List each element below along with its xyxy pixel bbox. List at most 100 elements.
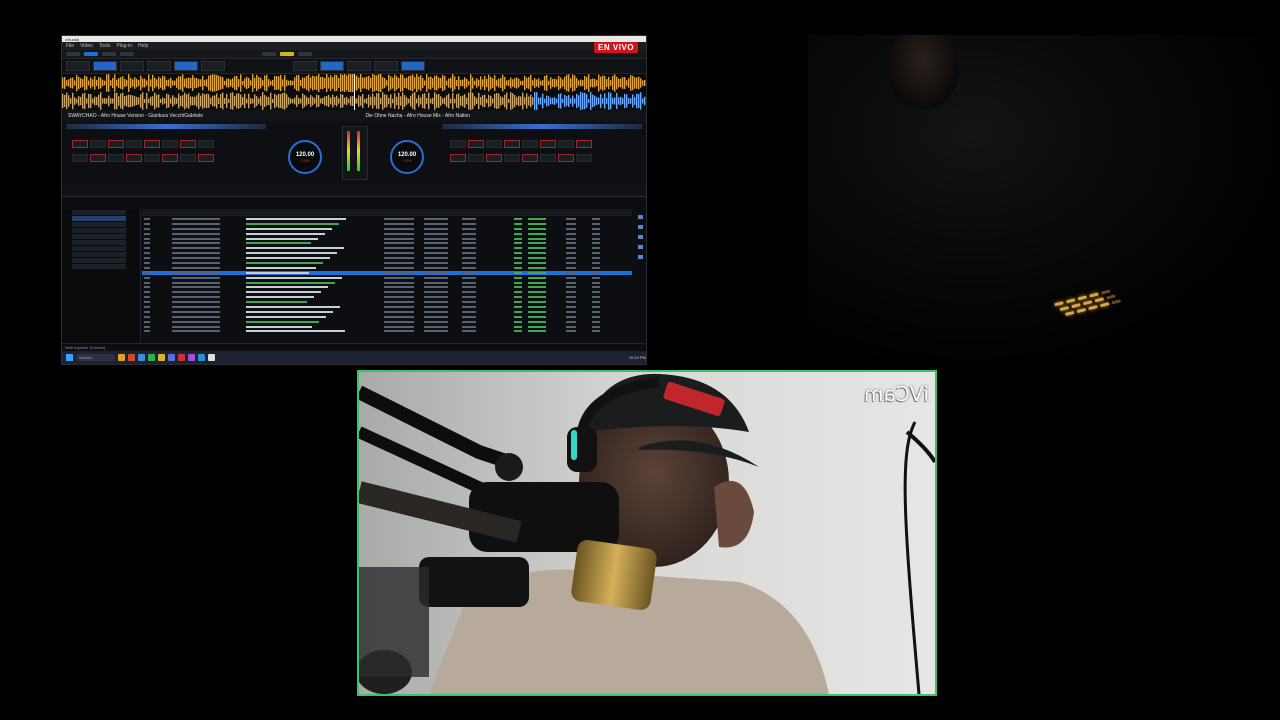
track-row[interactable] xyxy=(142,237,632,241)
hotcue-pad[interactable] xyxy=(486,140,502,148)
track-row[interactable] xyxy=(142,290,632,294)
pad[interactable] xyxy=(108,154,124,162)
pad[interactable] xyxy=(576,154,592,162)
deck-b-overview[interactable] xyxy=(442,124,642,129)
taskbar-app-icon[interactable] xyxy=(138,354,145,361)
hotcue-pad[interactable] xyxy=(126,140,142,148)
track-row[interactable] xyxy=(142,232,632,236)
track-row[interactable] xyxy=(142,270,632,275)
track-row[interactable] xyxy=(142,261,632,265)
pad[interactable] xyxy=(540,154,556,162)
track-row[interactable] xyxy=(142,320,632,324)
hotcue-pad[interactable] xyxy=(468,140,484,148)
pad[interactable] xyxy=(450,154,466,162)
waveform-deck-b[interactable] xyxy=(62,92,646,110)
menu-video[interactable]: Video xyxy=(80,43,93,49)
taskbar-app-icon[interactable] xyxy=(198,354,205,361)
hotcue-pad[interactable] xyxy=(540,140,556,148)
toolbar-button[interactable] xyxy=(102,52,116,56)
toolbar-button[interactable] xyxy=(298,52,312,56)
track-row[interactable] xyxy=(142,241,632,245)
folder-item[interactable] xyxy=(72,222,126,227)
menu-plugin[interactable]: Plug-in xyxy=(116,43,132,49)
taskbar-app-icon[interactable] xyxy=(168,354,175,361)
hotcue-pad[interactable] xyxy=(180,140,196,148)
pad[interactable] xyxy=(504,154,520,162)
hotcue-pad[interactable] xyxy=(522,140,538,148)
hotcue-pad[interactable] xyxy=(198,140,214,148)
track-row[interactable] xyxy=(142,227,632,231)
taskbar-search[interactable]: Search xyxy=(76,354,115,361)
track-row[interactable] xyxy=(142,329,632,333)
taskbar-app-icon[interactable] xyxy=(158,354,165,361)
deck-a-jogwheel[interactable]: 120.00 0.0% xyxy=(288,140,322,174)
track-row[interactable] xyxy=(142,251,632,255)
folder-item[interactable] xyxy=(72,228,126,233)
folder-item[interactable] xyxy=(72,264,126,269)
fx-slot[interactable] xyxy=(401,61,425,71)
sidebar-tool-icon[interactable] xyxy=(638,215,643,219)
folder-item[interactable] xyxy=(72,240,126,245)
toolbar-button[interactable] xyxy=(280,52,294,56)
pad[interactable] xyxy=(144,154,160,162)
pad[interactable] xyxy=(126,154,142,162)
sidebar-tool-icon[interactable] xyxy=(638,255,643,259)
taskbar-app-icon[interactable] xyxy=(178,354,185,361)
fx-slot[interactable] xyxy=(120,61,144,71)
deck-a-overview[interactable] xyxy=(66,124,266,129)
waveform-deck-a[interactable] xyxy=(62,74,646,92)
track-row[interactable] xyxy=(142,276,632,280)
pad[interactable] xyxy=(180,154,196,162)
taskbar-app-icon[interactable] xyxy=(118,354,125,361)
track-row[interactable] xyxy=(142,300,632,304)
fx-slot[interactable] xyxy=(147,61,171,71)
sidebar-tool-icon[interactable] xyxy=(638,225,643,229)
track-row[interactable] xyxy=(142,222,632,226)
taskbar-app-icon[interactable] xyxy=(128,354,135,361)
fx-slot[interactable] xyxy=(174,61,198,71)
folder-item[interactable] xyxy=(72,258,126,263)
pad[interactable] xyxy=(468,154,484,162)
fx-slot[interactable] xyxy=(293,61,317,71)
hotcue-pad[interactable] xyxy=(558,140,574,148)
start-icon[interactable] xyxy=(66,354,73,361)
pad[interactable] xyxy=(522,154,538,162)
folder-item[interactable] xyxy=(72,246,126,251)
toolbar-button[interactable] xyxy=(262,52,276,56)
menu-tools[interactable]: Tools xyxy=(99,43,111,49)
track-row[interactable] xyxy=(142,246,632,250)
fx-slot[interactable] xyxy=(66,61,90,71)
deck-b-jogwheel[interactable]: 120.00 0.0% xyxy=(390,140,424,174)
menu-help[interactable]: Help xyxy=(138,43,148,49)
browser-column-header[interactable] xyxy=(142,209,632,216)
hotcue-pad[interactable] xyxy=(72,140,88,148)
fx-slot[interactable] xyxy=(374,61,398,71)
hotcue-pad[interactable] xyxy=(504,140,520,148)
sidebar-tool-icon[interactable] xyxy=(638,235,643,239)
track-row[interactable] xyxy=(142,315,632,319)
folder-item[interactable] xyxy=(72,252,126,257)
pad[interactable] xyxy=(198,154,214,162)
pad[interactable] xyxy=(486,154,502,162)
fx-slot[interactable] xyxy=(201,61,225,71)
fx-slot[interactable] xyxy=(320,61,344,71)
hotcue-pad[interactable] xyxy=(162,140,178,148)
taskbar-app-icon[interactable] xyxy=(148,354,155,361)
folder-item[interactable] xyxy=(72,234,126,239)
folder-item[interactable] xyxy=(72,210,126,215)
fx-slot[interactable] xyxy=(93,61,117,71)
hotcue-pad[interactable] xyxy=(144,140,160,148)
toolbar-button[interactable] xyxy=(66,52,80,56)
pad[interactable] xyxy=(558,154,574,162)
track-row[interactable] xyxy=(142,256,632,260)
hotcue-pad[interactable] xyxy=(450,140,466,148)
sidebar-tool-icon[interactable] xyxy=(638,245,643,249)
hotcue-pad[interactable] xyxy=(576,140,592,148)
pad[interactable] xyxy=(162,154,178,162)
track-row[interactable] xyxy=(142,281,632,285)
toolbar-button[interactable] xyxy=(120,52,134,56)
fx-slot[interactable] xyxy=(347,61,371,71)
toolbar-button[interactable] xyxy=(84,52,98,56)
track-row[interactable] xyxy=(142,305,632,309)
folder-item[interactable] xyxy=(72,216,126,221)
